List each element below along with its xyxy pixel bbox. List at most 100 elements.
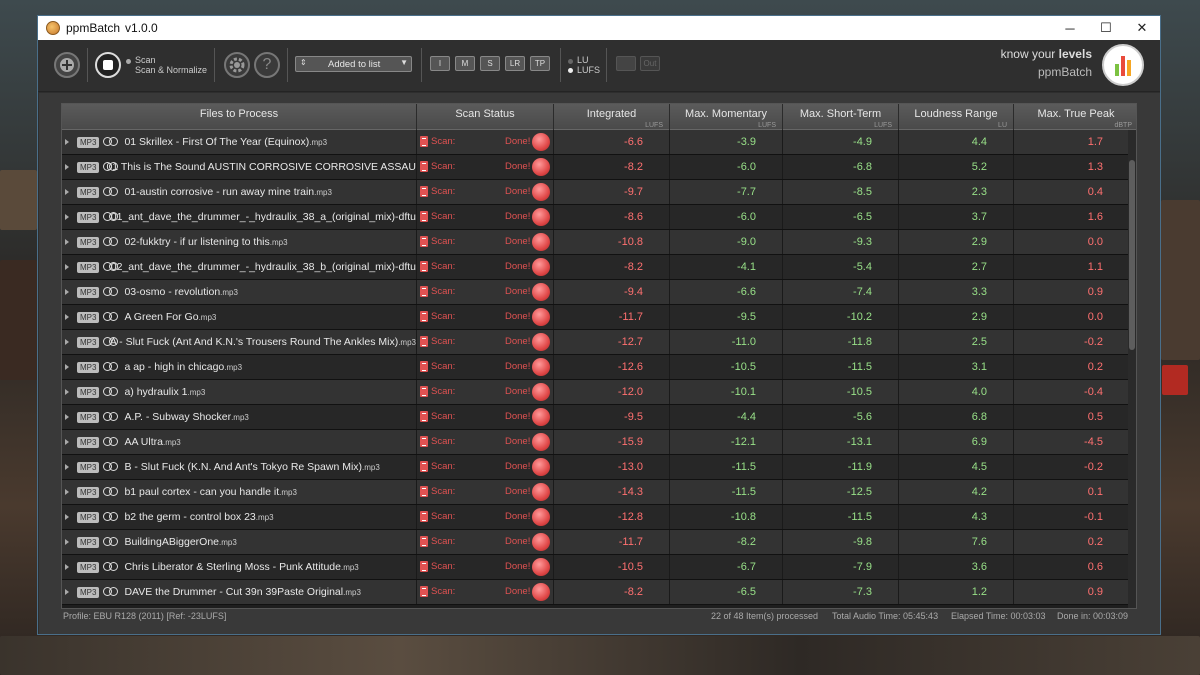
lufs-radio[interactable] (568, 68, 573, 73)
expand-arrow-icon[interactable] (65, 139, 69, 145)
report-icon[interactable] (420, 136, 428, 147)
file-name: 01-austin corrosive - run away mine trai… (124, 186, 331, 198)
table-row[interactable]: MP3 01_ant_dave_the_drummer_-_hydraulix_3… (62, 205, 1130, 230)
table-row[interactable]: MP3 a ap - high in chicago.mp3 Scan: Done! -… (62, 355, 1130, 380)
expand-arrow-icon[interactable] (65, 364, 69, 370)
expand-arrow-icon[interactable] (65, 239, 69, 245)
lu-unit-label[interactable]: LU (577, 55, 589, 65)
report-icon[interactable] (420, 561, 428, 572)
add-files-button[interactable] (54, 52, 80, 78)
report-icon[interactable] (420, 211, 428, 222)
column-header-scan-status[interactable]: Scan Status (417, 104, 554, 130)
expand-arrow-icon[interactable] (65, 214, 69, 220)
cell-scan-status: Scan: Done! (417, 455, 554, 479)
expand-arrow-icon[interactable] (65, 514, 69, 520)
done-label: Done! (505, 211, 531, 222)
table-row[interactable]: MP3 b1 paul cortex - can you handle it.mp… (62, 480, 1130, 505)
table-row[interactable]: MP3 01 Skrillex - First Of The Year (Equi… (62, 130, 1130, 155)
lu-radio[interactable] (568, 59, 573, 64)
table-row[interactable]: MP3 AA Ultra.mp3 Scan: Done! -15.9 -12.1 -13.1… (62, 430, 1130, 455)
report-icon[interactable] (420, 311, 428, 322)
column-header-loudness-range[interactable]: Loudness Range LU (899, 104, 1014, 130)
expand-arrow-icon[interactable] (65, 289, 69, 295)
report-icon[interactable] (420, 336, 428, 347)
metric-button-loudness-range[interactable]: LR (505, 56, 525, 71)
stop-button[interactable] (95, 52, 121, 78)
metric-button-true-peak[interactable]: TP (530, 56, 550, 71)
vertical-scrollbar[interactable] (1128, 130, 1136, 608)
column-header-max-true-peak[interactable]: Max. True Peak dBTP (1014, 104, 1136, 130)
report-icon[interactable] (420, 511, 428, 522)
expand-arrow-icon[interactable] (65, 464, 69, 470)
lufs-unit-label[interactable]: LUFS (577, 65, 600, 75)
report-icon[interactable] (420, 161, 428, 172)
report-icon[interactable] (420, 411, 428, 422)
report-icon[interactable] (420, 486, 428, 497)
output-folder-button[interactable] (616, 56, 636, 71)
table-row[interactable]: MP3 B - Slut Fuck (K.N. And Ant's Tokyo R… (62, 455, 1130, 480)
out-button[interactable]: Out (640, 56, 660, 71)
column-header-files[interactable]: Files to Process (62, 104, 417, 130)
cell-max-true-peak: 0.4 (1014, 180, 1130, 204)
expand-arrow-icon[interactable] (65, 489, 69, 495)
report-icon[interactable] (420, 261, 428, 272)
scan-mode-label[interactable]: Scan (135, 55, 156, 65)
table-row[interactable]: MP3 02-fukktry - if ur listening to this.… (62, 230, 1130, 255)
column-header-max-momentary[interactable]: Max. Momentary LUFS (670, 104, 783, 130)
scrollbar-thumb[interactable] (1129, 160, 1135, 350)
minimize-button[interactable]: ─ (1052, 16, 1088, 40)
cell-max-true-peak: 1.3 (1014, 155, 1130, 179)
table-row[interactable]: MP3 Chris Liberator & Sterling Moss - Pun… (62, 555, 1130, 580)
table-row[interactable]: MP3 b2 the germ - control box 23.mp3 Scan:… (62, 505, 1130, 530)
report-icon[interactable] (420, 286, 428, 297)
scan-radio[interactable] (126, 59, 131, 64)
report-icon[interactable] (420, 386, 428, 397)
report-icon[interactable] (420, 186, 428, 197)
expand-arrow-icon[interactable] (65, 189, 69, 195)
table-row[interactable]: MP3 01 This is The Sound AUSTIN CORROSIVE… (62, 155, 1130, 180)
report-icon[interactable] (420, 436, 428, 447)
report-icon[interactable] (420, 586, 428, 597)
metric-button-integrated[interactable]: I (430, 56, 450, 71)
expand-arrow-icon[interactable] (65, 414, 69, 420)
scan-normalize-mode-label[interactable]: Scan & Normalize (135, 65, 207, 75)
table-row[interactable]: MP3 A - Slut Fuck (Ant And K.N.'s Trouser… (62, 330, 1130, 355)
expand-arrow-icon[interactable] (65, 389, 69, 395)
stereo-icon (103, 311, 121, 323)
ppmbatch-logo (1102, 44, 1144, 86)
report-icon[interactable] (420, 361, 428, 372)
sort-select[interactable]: ⇕ Added to list ▼ (295, 56, 412, 72)
expand-arrow-icon[interactable] (65, 314, 69, 320)
expand-arrow-icon[interactable] (65, 439, 69, 445)
table-row[interactable]: MP3 02_ant_dave_the_drummer_-_hydraulix_3… (62, 255, 1130, 280)
expand-arrow-icon[interactable] (65, 564, 69, 570)
maximize-button[interactable]: ☐ (1088, 16, 1124, 40)
expand-arrow-icon[interactable] (65, 264, 69, 270)
column-header-max-short-term[interactable]: Max. Short-Term LUFS (783, 104, 899, 130)
cell-max-short-term: -11.9 (783, 455, 899, 479)
table-row[interactable]: MP3 A.P. - Subway Shocker.mp3 Scan: Done! -9… (62, 405, 1130, 430)
expand-arrow-icon[interactable] (65, 539, 69, 545)
metric-button-momentary[interactable]: M (455, 56, 475, 71)
report-icon[interactable] (420, 236, 428, 247)
table-row[interactable]: MP3 A Green For Go.mp3 Scan: Done! -11.7 -9.5… (62, 305, 1130, 330)
table-row[interactable]: MP3 01-austin corrosive - run away mine t… (62, 180, 1130, 205)
table-row[interactable]: MP3 03-osmo - revolution.mp3 Scan: Done! -9.… (62, 280, 1130, 305)
done-label: Done! (505, 536, 531, 547)
report-icon[interactable] (420, 461, 428, 472)
expand-arrow-icon[interactable] (65, 164, 69, 170)
report-icon[interactable] (420, 536, 428, 547)
table-row[interactable]: MP3 BuildingABiggerOne.mp3 Scan: Done! -11.7… (62, 530, 1130, 555)
cell-scan-status: Scan: Done! (417, 555, 554, 579)
help-button[interactable]: ? (254, 52, 280, 78)
table-row[interactable]: MP3 a) hydraulix 1.mp3 Scan: Done! -12.0 -10.… (62, 380, 1130, 405)
expand-arrow-icon[interactable] (65, 339, 69, 345)
column-header-integrated[interactable]: Integrated LUFS (554, 104, 670, 130)
metric-button-short-term[interactable]: S (480, 56, 500, 71)
close-button[interactable]: ✕ (1124, 16, 1160, 40)
file-title: B - Slut Fuck (K.N. And Ant's Tokyo Re S… (124, 461, 363, 473)
expand-arrow-icon[interactable] (65, 589, 69, 595)
cell-integrated: -8.2 (554, 580, 670, 604)
table-row[interactable]: MP3 DAVE the Drummer - Cut 39n 39Paste Or… (62, 580, 1130, 605)
settings-button[interactable] (224, 52, 250, 78)
